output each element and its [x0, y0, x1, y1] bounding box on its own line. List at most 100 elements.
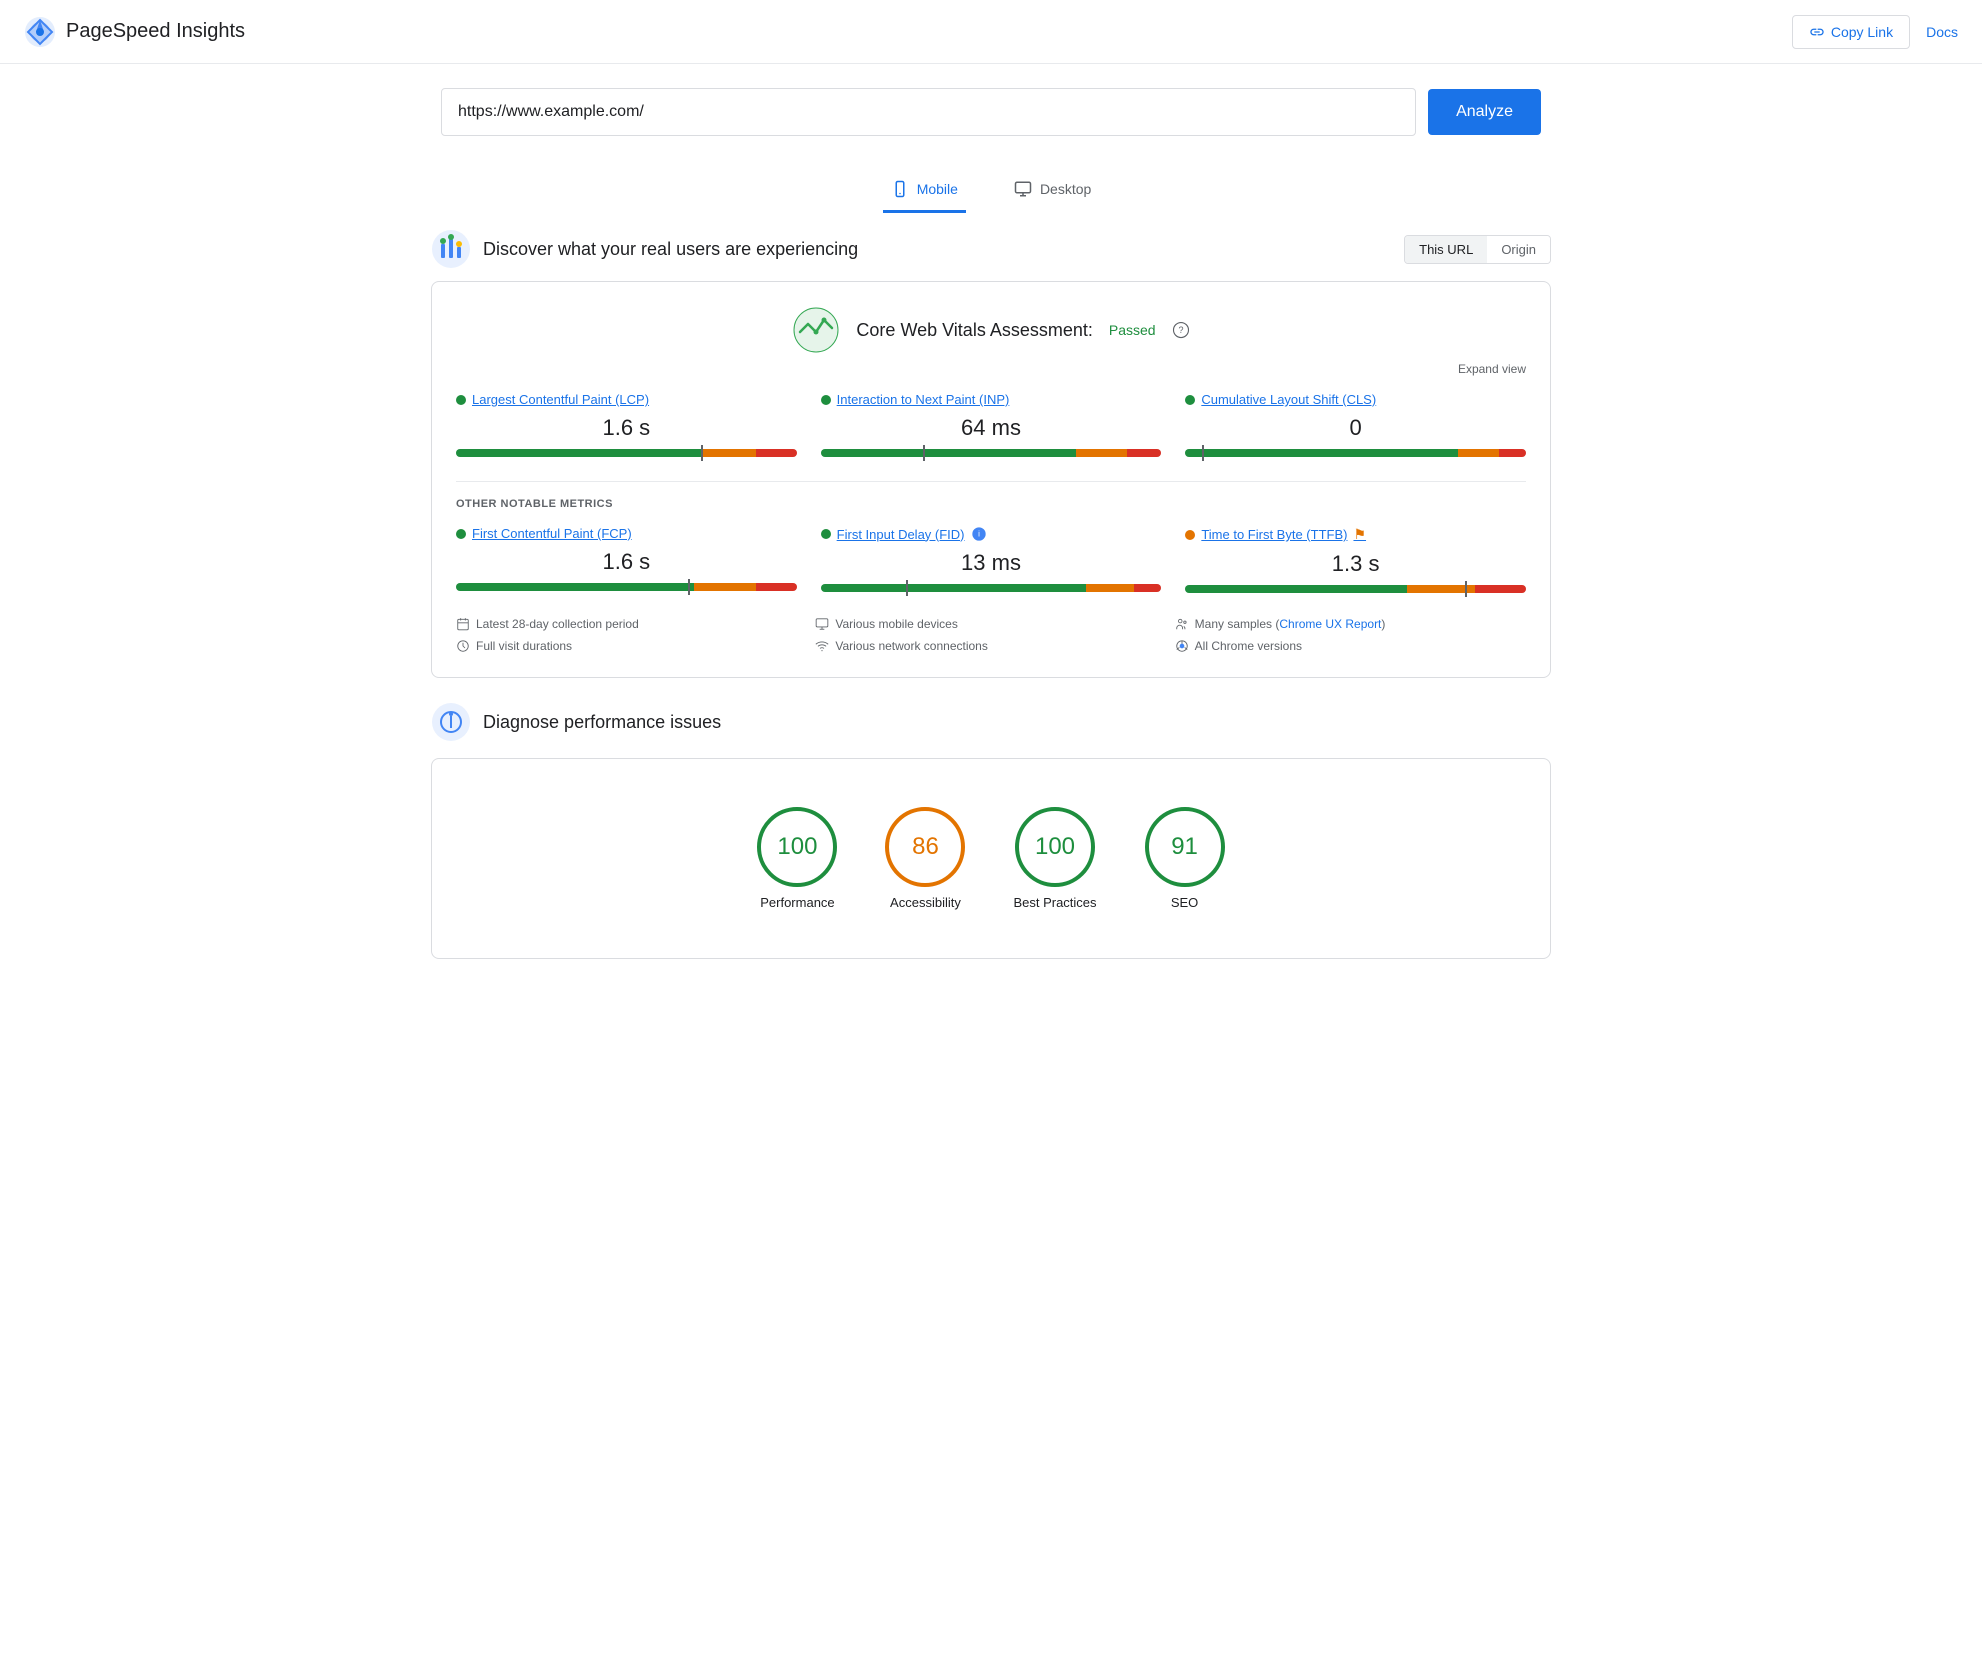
bar-green	[821, 449, 1077, 457]
metric-item-lcp: Largest Contentful Paint (LCP) 1.6 s	[456, 392, 797, 457]
metric-bar-fid	[821, 584, 1162, 592]
tab-desktop[interactable]: Desktop	[1006, 168, 1099, 213]
metric-dot-fcp	[456, 529, 466, 539]
logo-text: PageSpeed Insights	[66, 20, 245, 43]
metric-bar-track	[821, 449, 1162, 457]
footer-samples: Many samples (Chrome UX Report)	[1175, 617, 1526, 631]
bar-marker	[688, 579, 690, 595]
metric-item-fcp: First Contentful Paint (FCP) 1.6 s	[456, 526, 797, 593]
bar-green	[1185, 449, 1458, 457]
this-url-button[interactable]: This URL	[1405, 236, 1487, 263]
bar-orange	[1086, 584, 1134, 592]
bar-marker	[1202, 445, 1204, 461]
tab-mobile-label: Mobile	[917, 181, 958, 197]
metric-label-ttfb[interactable]: Time to First Byte (TTFB) ⚑	[1185, 526, 1526, 543]
chrome-ux-report-link[interactable]: Chrome UX Report	[1279, 617, 1381, 631]
metric-label-lcp[interactable]: Largest Contentful Paint (LCP)	[456, 392, 797, 407]
main-content: Discover what your real users are experi…	[391, 213, 1591, 1023]
score-item-best-practices: 100 Best Practices	[1013, 807, 1096, 910]
people-icon	[1175, 617, 1189, 631]
metric-bar-lcp	[456, 449, 797, 457]
bar-red	[1475, 585, 1526, 593]
bar-red	[1134, 584, 1161, 592]
chrome-icon	[1175, 639, 1189, 653]
footer-info: Latest 28-day collection period Various …	[456, 617, 1526, 653]
url-bar: Analyze	[441, 88, 1541, 136]
metric-label-inp[interactable]: Interaction to Next Paint (INP)	[821, 392, 1162, 407]
footer-mobile-devices: Various mobile devices	[815, 617, 1166, 631]
scores-grid: 100 Performance 86 Accessibility 100 Bes…	[456, 783, 1526, 934]
metric-value-ttfb: 1.3 s	[1185, 551, 1526, 577]
header: PageSpeed Insights Copy Link Docs	[0, 0, 1982, 64]
footer-visit-durations: Full visit durations	[456, 639, 807, 653]
metric-label-cls[interactable]: Cumulative Layout Shift (CLS)	[1185, 392, 1526, 407]
bar-green	[821, 584, 1087, 592]
cwv-title: Core Web Vitals Assessment:	[856, 320, 1092, 341]
metric-dot-ttfb	[1185, 530, 1195, 540]
tab-mobile[interactable]: Mobile	[883, 168, 966, 213]
metric-bar-track	[1185, 585, 1526, 593]
tabs-container: Mobile Desktop	[0, 160, 1982, 213]
metric-item-fid: First Input Delay (FID) i 13 ms	[821, 526, 1162, 593]
monitor-icon	[815, 617, 829, 631]
metric-name-inp: Interaction to Next Paint (INP)	[837, 392, 1010, 407]
copy-link-button[interactable]: Copy Link	[1792, 15, 1910, 49]
metric-name-fcp: First Contentful Paint (FCP)	[472, 526, 632, 541]
score-value-accessibility: 86	[912, 833, 939, 861]
score-label-seo: SEO	[1171, 895, 1198, 910]
metric-value-inp: 64 ms	[821, 415, 1162, 441]
score-label-performance: Performance	[760, 895, 834, 910]
footer-chrome: All Chrome versions	[1175, 639, 1526, 653]
metric-item-cls: Cumulative Layout Shift (CLS) 0	[1185, 392, 1526, 457]
real-users-title: Discover what your real users are experi…	[483, 239, 858, 260]
score-circle-accessibility: 86	[885, 807, 965, 887]
metric-name-cls: Cumulative Layout Shift (CLS)	[1201, 392, 1376, 407]
link-icon	[1809, 24, 1825, 40]
metric-name-ttfb: Time to First Byte (TTFB)	[1201, 527, 1347, 542]
metrics-divider	[456, 481, 1526, 482]
url-input[interactable]	[441, 88, 1416, 136]
metric-value-fcp: 1.6 s	[456, 549, 797, 575]
info-icon: i	[971, 526, 987, 542]
docs-link[interactable]: Docs	[1926, 24, 1958, 40]
cwv-status: Passed	[1109, 322, 1156, 338]
score-label-best-practices: Best Practices	[1013, 895, 1096, 910]
footer-collection-period-text: Latest 28-day collection period	[476, 617, 639, 631]
metric-bar-track	[821, 584, 1162, 592]
bar-red	[756, 449, 797, 457]
diagnose-section-header: Diagnose performance issues	[431, 702, 1551, 742]
metric-dot-fid	[821, 529, 831, 539]
footer-samples-text: Many samples (Chrome UX Report)	[1195, 617, 1386, 631]
score-circle-performance: 100	[757, 807, 837, 887]
metric-value-fid: 13 ms	[821, 550, 1162, 576]
footer-network: Various network connections	[815, 639, 1166, 653]
other-metrics-label: OTHER NOTABLE METRICS	[456, 498, 1526, 510]
footer-network-text: Various network connections	[835, 639, 988, 653]
bar-orange	[1458, 449, 1499, 457]
footer-chrome-text: All Chrome versions	[1195, 639, 1302, 653]
bar-red	[1499, 449, 1526, 457]
metric-bar-fcp	[456, 583, 797, 591]
section-title-area: Discover what your real users are experi…	[431, 229, 858, 269]
analyze-button[interactable]: Analyze	[1428, 89, 1541, 135]
header-actions: Copy Link Docs	[1792, 15, 1958, 49]
origin-button[interactable]: Origin	[1487, 236, 1550, 263]
url-origin-toggle: This URL Origin	[1404, 235, 1551, 264]
crux-icon	[431, 229, 471, 269]
clock-icon	[456, 639, 470, 653]
bar-green	[456, 449, 701, 457]
metric-label-fid[interactable]: First Input Delay (FID) i	[821, 526, 1162, 542]
metric-label-fcp[interactable]: First Contentful Paint (FCP)	[456, 526, 797, 541]
bar-red	[1127, 449, 1161, 457]
footer-collection-period: Latest 28-day collection period	[456, 617, 807, 631]
scores-card: 100 Performance 86 Accessibility 100 Bes…	[431, 758, 1551, 959]
score-value-performance: 100	[777, 833, 817, 861]
cwv-icon	[792, 306, 840, 354]
footer-mobile-devices-text: Various mobile devices	[835, 617, 958, 631]
tab-desktop-label: Desktop	[1040, 181, 1091, 197]
metric-bar-ttfb	[1185, 585, 1526, 593]
footer-visit-durations-text: Full visit durations	[476, 639, 572, 653]
bar-marker	[923, 445, 925, 461]
score-item-accessibility: 86 Accessibility	[885, 807, 965, 910]
expand-view-button[interactable]: Expand view	[456, 362, 1526, 376]
